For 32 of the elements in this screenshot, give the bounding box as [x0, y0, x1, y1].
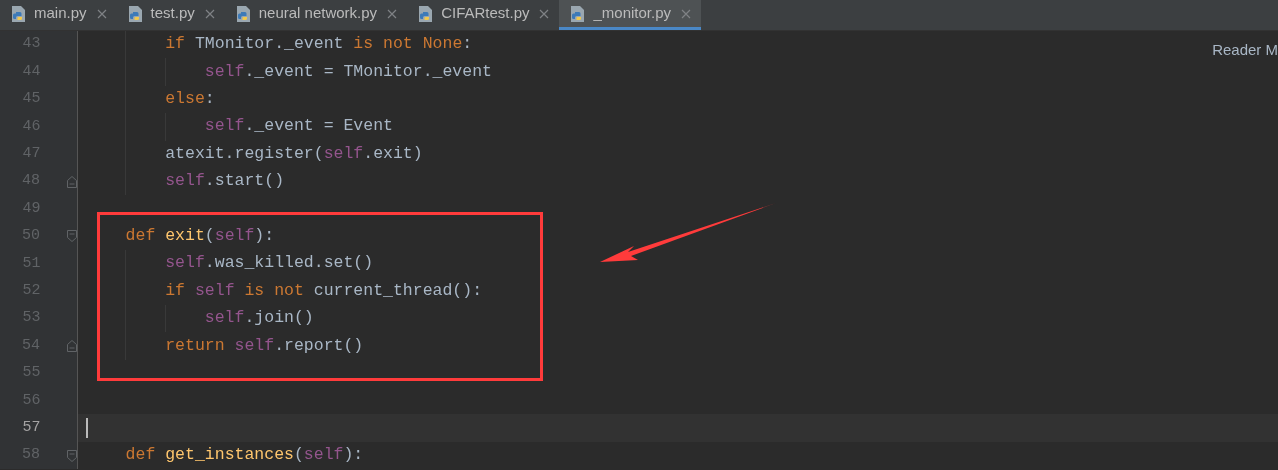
editor-tab[interactable]: neural network.py [224, 0, 408, 30]
editor-tab[interactable]: CIFARtest.py [407, 0, 560, 30]
code-line: self.join() [203, 307, 314, 330]
editor-tab[interactable]: test.py [116, 0, 225, 30]
editor-tab[interactable]: main.py [0, 0, 117, 30]
close-icon[interactable] [204, 8, 215, 19]
close-icon[interactable] [96, 8, 107, 19]
code-line: self._event = TMonitor._event [203, 60, 492, 83]
fold-marker-icon[interactable] [67, 449, 77, 462]
close-icon[interactable] [681, 8, 692, 19]
reader-mode-label[interactable]: Reader M [1212, 39, 1278, 62]
fold-marker-icon[interactable] [67, 175, 77, 188]
python-file-icon [126, 4, 145, 23]
fold-marker-icon[interactable] [67, 230, 77, 243]
editor-tab[interactable]: _monitor.py [559, 0, 702, 30]
code-line: return self.report() [164, 334, 364, 357]
code-line: self.start() [164, 170, 285, 193]
code-line: if TMonitor._event is not None: [164, 33, 473, 56]
close-icon[interactable] [387, 8, 398, 19]
fold-marker-icon[interactable] [67, 340, 77, 352]
code-line: self._event = Event [203, 115, 393, 138]
python-file-icon [234, 4, 253, 23]
text-caret [86, 418, 88, 439]
python-file-icon [10, 4, 28, 23]
code-line: else: [164, 88, 215, 111]
code-line: def exit(self): [124, 225, 275, 248]
close-icon[interactable] [539, 8, 550, 19]
code-line: if self is not current_thread(): [164, 279, 483, 302]
line-number: 57 [21, 417, 41, 438]
code-line: def get_instances(self): [124, 444, 364, 467]
code-line: atexit.register(self.exit) [164, 142, 423, 165]
code-line: self.was_killed.set() [164, 252, 374, 275]
